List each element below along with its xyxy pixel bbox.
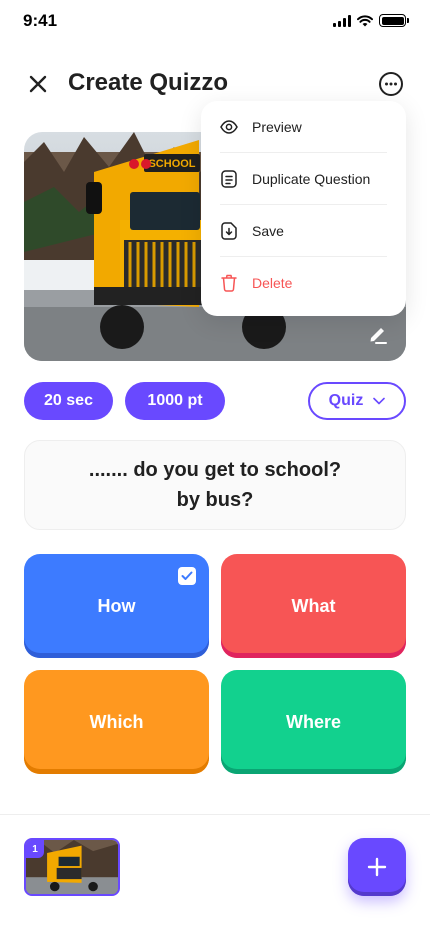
save-icon — [220, 221, 238, 240]
menu-label: Save — [252, 222, 284, 239]
question-input[interactable]: ....... do you get to school? by bus? — [24, 440, 406, 530]
points-button[interactable]: 1000 pt — [125, 382, 225, 420]
status-icons — [333, 14, 409, 27]
more-options-button[interactable] — [377, 70, 405, 98]
answer-option-2[interactable]: What — [221, 554, 406, 658]
slide-thumbnail-1[interactable]: 1 — [24, 838, 120, 896]
wifi-icon — [357, 14, 373, 26]
slide-number-badge: 1 — [26, 840, 44, 858]
add-question-button[interactable] — [348, 838, 406, 896]
menu-label: Duplicate Question — [252, 170, 371, 187]
edit-cover-button[interactable] — [362, 318, 394, 350]
close-icon — [29, 75, 47, 93]
menu-item-duplicate-question[interactable]: Duplicate Question — [220, 153, 387, 205]
time-limit-button[interactable]: 20 sec — [24, 382, 113, 420]
eye-icon — [220, 118, 238, 136]
divider — [0, 814, 430, 815]
status-time: 9:41 — [23, 11, 58, 30]
page-title: Create Quizzo — [68, 69, 229, 96]
signal-icon — [333, 14, 351, 27]
options-menu: Preview Duplicate Question Save Delete — [201, 101, 406, 316]
header: Create Quizzo — [0, 62, 430, 106]
pencil-icon — [370, 328, 387, 344]
answer-label: How — [97, 595, 136, 616]
answer-option-4[interactable]: Where — [221, 670, 406, 774]
question-type-label: Quiz — [328, 392, 364, 409]
close-button[interactable] — [22, 68, 54, 100]
menu-item-save[interactable]: Save — [220, 205, 387, 257]
status-bar: 9:41 — [0, 0, 430, 44]
chevron-down-icon — [373, 397, 386, 405]
answer-label: Where — [285, 711, 341, 732]
question-text-line-1: ....... do you get to school? — [88, 459, 342, 481]
answer-label: What — [291, 595, 336, 616]
answer-option-1[interactable]: How — [24, 554, 209, 658]
menu-label: Preview — [252, 118, 302, 135]
plus-icon — [367, 857, 387, 877]
menu-item-delete[interactable]: Delete — [220, 257, 387, 309]
answer-option-3[interactable]: Which — [24, 670, 209, 774]
correct-answer-checkbox[interactable] — [178, 567, 196, 585]
menu-label: Delete — [252, 275, 293, 291]
answer-label: Which — [89, 711, 144, 732]
menu-item-preview[interactable]: Preview — [220, 101, 387, 153]
more-horizontal-icon — [379, 72, 403, 96]
battery-icon — [379, 14, 409, 27]
check-icon — [181, 571, 193, 580]
bus-sign-text: SCHOOL — [148, 158, 195, 170]
trash-icon — [220, 274, 238, 292]
document-icon — [220, 169, 238, 188]
question-text-line-2: by bus? — [176, 489, 254, 511]
question-type-select[interactable]: Quiz — [308, 382, 406, 420]
